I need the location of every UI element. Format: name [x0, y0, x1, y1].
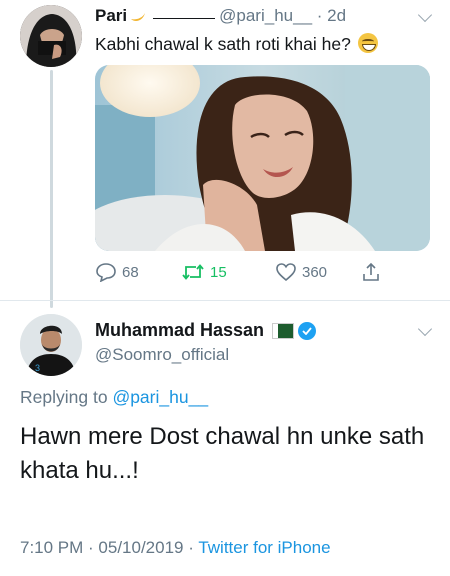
replying-to-link[interactable]: @pari_hu__ [112, 387, 208, 407]
divider [0, 300, 450, 301]
photo-woman [95, 65, 430, 251]
tweet1-header: Pari @pari_hu__ · 2d [95, 6, 347, 25]
tweet-age: 2d [327, 6, 347, 25]
grinning-face-icon [357, 33, 378, 53]
reply-icon [96, 263, 116, 282]
author-handle[interactable]: @pari_hu__ [219, 6, 312, 25]
crescent-moon-icon [131, 13, 146, 21]
avatar-image: 3 [20, 314, 82, 376]
tweet2-header: Muhammad Hassan [95, 320, 317, 341]
retweet-count: 15 [210, 263, 227, 281]
tweet1-text-row: Kabhi chawal k sath roti khai he? [95, 33, 378, 55]
underline-decoration [153, 18, 216, 19]
reply-count: 68 [122, 263, 139, 281]
retweet-icon [182, 264, 204, 280]
author-handle[interactable]: @Soomro_official [95, 345, 229, 365]
tweet-media-image[interactable] [95, 65, 430, 251]
avatar[interactable] [20, 5, 82, 67]
replying-to: Replying to @pari_hu__ [20, 387, 208, 408]
heart-icon [276, 263, 296, 282]
pakistan-flag-icon [272, 322, 295, 339]
tweet1-actions: 68 15 360 [95, 262, 395, 284]
replying-prefix: Replying to [20, 387, 108, 407]
tweet-text: Hawn mere Dost chawal hn unke sath khata… [20, 423, 425, 484]
author-name[interactable]: Pari [95, 6, 127, 25]
avatar[interactable]: 3 [20, 314, 82, 376]
like-button[interactable]: 360 [275, 262, 327, 282]
tweet-meta: 7:10 PM · 05/10/2019 · Twitter for iPhon… [20, 538, 331, 558]
svg-text:3: 3 [35, 363, 40, 373]
reply-button[interactable]: 68 [95, 262, 139, 282]
verified-badge-icon [298, 321, 317, 340]
share-button[interactable] [361, 262, 381, 282]
share-icon [363, 262, 379, 281]
chevron-down-icon[interactable] [417, 321, 433, 337]
thread-line [50, 70, 53, 308]
like-count: 360 [302, 263, 328, 281]
tweet-text: Kabhi chawal k sath roti khai he? [95, 34, 351, 54]
retweet-button[interactable]: 15 [181, 262, 227, 282]
avatar-image [20, 5, 82, 67]
tweet-timestamp[interactable]: 7:10 PM · 05/10/2019 · [20, 538, 194, 557]
author-name[interactable]: Muhammad Hassan [95, 320, 264, 341]
chevron-down-icon[interactable] [417, 7, 433, 23]
tweet-source-link[interactable]: Twitter for iPhone [198, 538, 330, 557]
